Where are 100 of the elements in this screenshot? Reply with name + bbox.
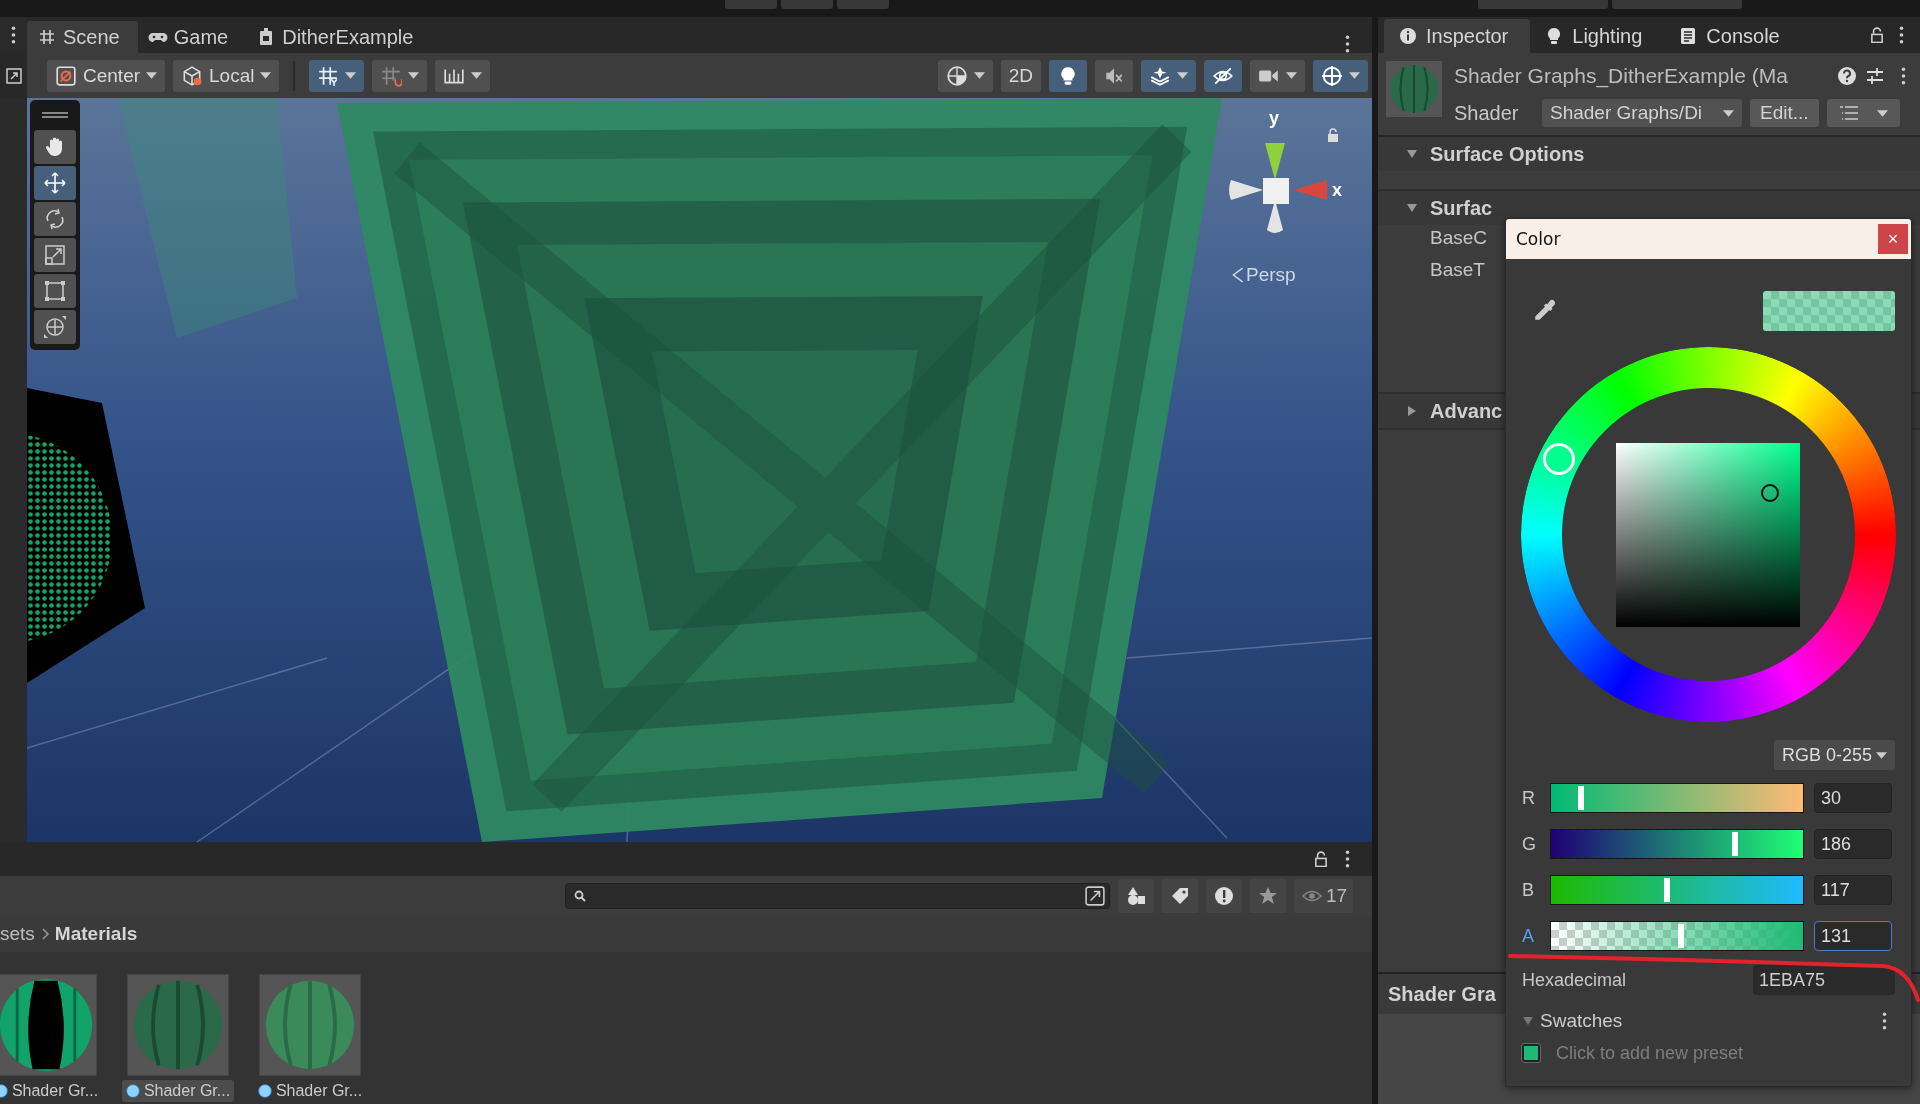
rotate-tool-button[interactable] (34, 202, 76, 236)
channel-value-field[interactable]: 117 (1814, 875, 1892, 905)
list-icon (1838, 103, 1859, 123)
lighting-button[interactable] (1049, 59, 1087, 92)
channel-value-field[interactable]: 186 (1814, 829, 1892, 859)
transform-tool-button[interactable] (34, 310, 76, 344)
preset-swatch-button[interactable] (1522, 1044, 1540, 1062)
slider-thumb[interactable] (1677, 924, 1684, 948)
channel-slider[interactable] (1550, 829, 1804, 859)
lock-icon[interactable] (1869, 27, 1885, 43)
type-filter-button[interactable] (1118, 879, 1154, 913)
breadcrumb-link[interactable]: Materials (54, 923, 138, 945)
grid-button[interactable] (309, 59, 365, 92)
scene-tab[interactable]: Scene (27, 21, 138, 53)
more-options-icon[interactable] (11, 26, 16, 44)
mode-button[interactable]: 2D (1000, 59, 1041, 92)
x-axis-label: x (1332, 180, 1342, 201)
inspector-tab[interactable]: Lighting (1530, 19, 1665, 53)
swatches-header[interactable]: Swatches (1522, 1010, 1623, 1032)
rect-tool-button[interactable] (34, 274, 76, 308)
hidden-packages-button[interactable]: 17 (1294, 879, 1354, 913)
move-tool-button[interactable] (34, 166, 76, 200)
pivot-button[interactable]: Center (47, 59, 166, 92)
shader-dropdown[interactable]: Shader Graphs/Di (1542, 99, 1742, 127)
scene-tab[interactable]: Game (137, 21, 247, 53)
search-field[interactable] (565, 883, 1110, 909)
channel-label: G (1522, 833, 1537, 855)
scene-tab[interactable]: DitherExample (246, 21, 432, 53)
channel-slider[interactable] (1550, 875, 1804, 905)
shapes-icon (1126, 886, 1146, 906)
lock-icon[interactable] (1313, 851, 1329, 867)
more-options-icon[interactable] (1345, 35, 1350, 53)
close-button[interactable]: × (1878, 224, 1908, 254)
channel-value-field[interactable]: 131 (1814, 921, 1892, 951)
channel-slider[interactable] (1550, 783, 1804, 813)
breadcrumb-link[interactable]: sets (0, 923, 35, 945)
color-mode-dropdown[interactable]: RGB 0-255 (1773, 740, 1895, 770)
increment-button[interactable] (435, 59, 491, 92)
inspector-tab[interactable]: Console (1664, 19, 1802, 53)
channel-value-field[interactable]: 30 (1814, 783, 1892, 813)
gizmos-button[interactable] (1313, 59, 1368, 92)
scale-tool-button[interactable] (34, 238, 76, 272)
material-thumbnail[interactable] (0, 974, 97, 1076)
shading-button[interactable] (937, 59, 993, 92)
asset-item[interactable]: Shader Gr... (0, 1080, 103, 1102)
more-options-icon[interactable] (1899, 26, 1904, 44)
section-header[interactable]: Surface Options (1378, 137, 1920, 171)
material-icon (257, 1084, 272, 1098)
warning-icon (1214, 886, 1234, 906)
help-icon[interactable] (1837, 66, 1857, 86)
snap-button[interactable] (372, 59, 428, 92)
rotate-tool-icon (43, 207, 67, 231)
favorites-button[interactable] (1250, 879, 1286, 913)
property-label: BaseC (1430, 227, 1488, 249)
list-menu-button[interactable] (1826, 99, 1900, 127)
drag-handle-icon[interactable] (40, 110, 70, 120)
label-filter-button[interactable] (1162, 879, 1198, 913)
caret-icon (1177, 72, 1188, 79)
visibility-button[interactable] (1204, 59, 1242, 92)
hex-label: Hexadecimal (1522, 969, 1627, 991)
camera-button[interactable] (1250, 59, 1305, 92)
hex-value-field[interactable]: 1EBA75 (1753, 965, 1895, 995)
inspector-tab[interactable]: Inspector (1384, 19, 1531, 53)
audio-button[interactable] (1095, 59, 1133, 92)
material-thumbnail[interactable] (259, 974, 361, 1076)
material-thumbnail[interactable] (127, 974, 229, 1076)
log-filter-button[interactable] (1206, 879, 1242, 913)
slider-thumb[interactable] (1577, 786, 1584, 810)
saturation-value-square[interactable] (1616, 443, 1800, 627)
asset-item[interactable]: Shader Gr... (253, 1080, 367, 1102)
slider-thumb[interactable] (1731, 832, 1738, 856)
y-axis-label: y (1269, 108, 1279, 129)
window-icon[interactable] (5, 67, 22, 84)
asset-item[interactable]: Shader Gr... (121, 1080, 235, 1102)
more-options-icon[interactable] (1901, 67, 1906, 85)
effects-button[interactable] (1141, 59, 1196, 92)
edit-button[interactable]: Edit... (1750, 99, 1819, 127)
color-selector-handle[interactable] (1761, 483, 1780, 502)
chevron-icon (40, 928, 49, 940)
more-options-icon[interactable] (1882, 1012, 1887, 1030)
more-options-icon[interactable] (1345, 850, 1350, 868)
pivot-icon (55, 64, 77, 87)
material-icon (125, 1084, 140, 1098)
popout-icon[interactable] (1085, 886, 1105, 906)
move-arrows-icon (43, 171, 67, 195)
sliders-icon[interactable] (1865, 66, 1885, 86)
star-icon (1258, 886, 1278, 906)
channel-label: B (1522, 879, 1535, 901)
expanded-triangle-icon (1406, 148, 1418, 160)
slider-thumb[interactable] (1663, 878, 1670, 902)
caret-icon (408, 72, 420, 79)
caret-icon (973, 72, 985, 79)
space-button[interactable]: Local (173, 59, 280, 92)
search-icon (574, 890, 586, 902)
space-icon (181, 64, 204, 87)
projection-toggle[interactable]: Persp (1232, 264, 1296, 286)
hash-icon (37, 27, 57, 47)
snap-icon (380, 64, 403, 87)
channel-slider[interactable] (1550, 921, 1804, 951)
hand-tool-button[interactable] (34, 130, 76, 164)
